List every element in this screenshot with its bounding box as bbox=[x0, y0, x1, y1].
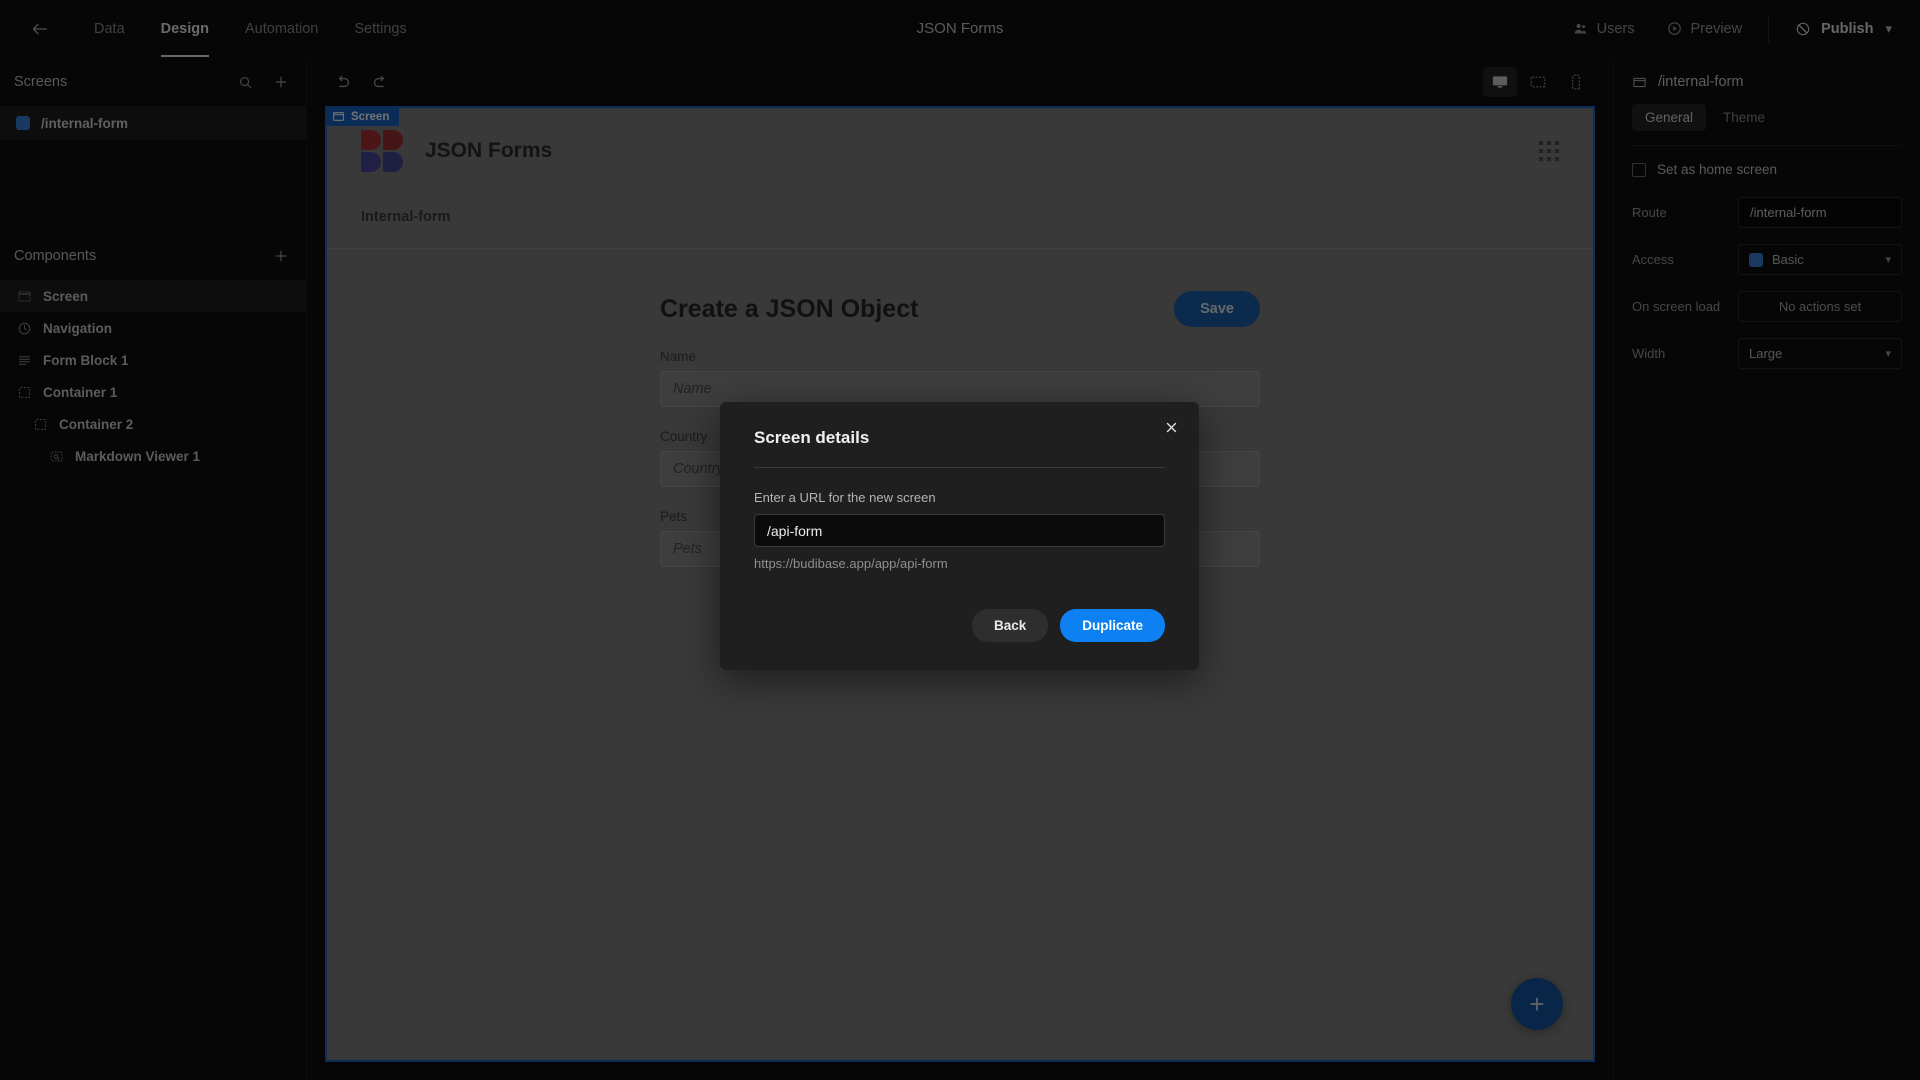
url-field-label: Enter a URL for the new screen bbox=[754, 490, 936, 505]
url-help-text: https://budibase.app/app/api-form bbox=[754, 556, 948, 571]
duplicate-button[interactable]: Duplicate bbox=[1060, 609, 1165, 642]
url-input[interactable]: /api-form bbox=[754, 514, 1165, 547]
modal-divider bbox=[754, 467, 1165, 468]
app-root: Data Design Automation Settings JSON For… bbox=[0, 0, 1920, 1080]
screen-details-modal: Screen details Enter a URL for the new s… bbox=[720, 402, 1199, 670]
back-button[interactable]: Back bbox=[971, 609, 1049, 642]
modal-overlay[interactable]: Screen details Enter a URL for the new s… bbox=[0, 0, 1920, 1080]
modal-actions: Back Duplicate bbox=[971, 609, 1165, 642]
modal-title: Screen details bbox=[754, 428, 870, 447]
close-modal-button[interactable] bbox=[1159, 415, 1183, 439]
close-icon bbox=[1166, 422, 1176, 432]
